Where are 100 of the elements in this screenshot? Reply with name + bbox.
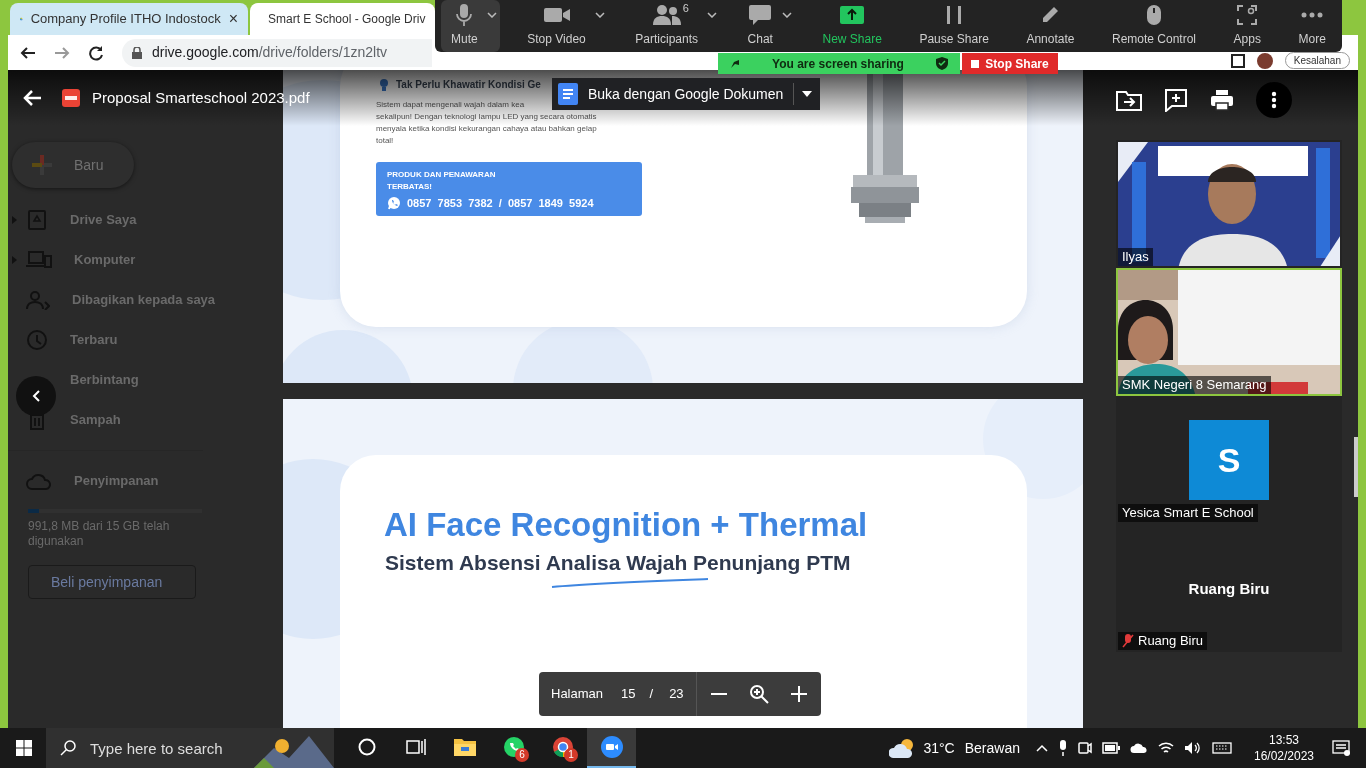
mouse-icon bbox=[1147, 5, 1161, 25]
participant-name: SMK Negeri 8 Semarang bbox=[1118, 376, 1271, 394]
lightbulb-icon bbox=[380, 78, 388, 91]
speaker-icon[interactable] bbox=[1184, 741, 1202, 755]
promo-title: PRODUK DAN PENAWARAN TERBATAS! bbox=[387, 169, 497, 193]
open-with-button[interactable]: Buka dengan Google Dokumen bbox=[552, 78, 821, 110]
participant-name: Yesica Smart E School bbox=[1118, 504, 1258, 522]
drive-icon bbox=[26, 209, 48, 231]
toolbar-button[interactable]: Mute bbox=[441, 0, 500, 52]
page-separator: / bbox=[649, 685, 654, 704]
page-number[interactable]: 15 bbox=[619, 684, 638, 704]
notification-badge: 6 bbox=[515, 748, 529, 762]
chevron-up-icon[interactable] bbox=[1036, 744, 1048, 752]
tab-title: Company Profile ITHO Indostock bbox=[30, 10, 221, 29]
pause-icon bbox=[947, 6, 962, 24]
url-text: drive.google.com/drive/folders/1zn2ltv bbox=[152, 43, 388, 62]
pdf-file-icon bbox=[62, 89, 80, 107]
window-icon[interactable] bbox=[1230, 53, 1245, 68]
clock-date[interactable]: 16/02/2023 bbox=[1253, 748, 1315, 764]
shared-icon bbox=[26, 290, 50, 310]
profile-avatar[interactable] bbox=[1256, 52, 1273, 69]
error-button[interactable]: Kesalahan bbox=[1284, 52, 1350, 69]
zoom-icon[interactable] bbox=[748, 684, 769, 704]
toolbar-button[interactable]: Chat bbox=[737, 0, 795, 52]
caret-icon[interactable] bbox=[707, 12, 717, 18]
clock-icon bbox=[26, 329, 48, 351]
file-name: Proposal Smarteschool 2023.pdf bbox=[92, 87, 310, 108]
back-icon[interactable] bbox=[20, 44, 36, 61]
more-icon bbox=[1301, 12, 1324, 18]
people-icon bbox=[652, 5, 681, 25]
caret-icon[interactable] bbox=[594, 12, 605, 18]
address-bar[interactable]: drive.google.com/drive/folders/1zn2ltv bbox=[122, 38, 432, 67]
tab-title: Smart E School - Google Driv bbox=[268, 11, 426, 28]
whatsapp-icon bbox=[502, 736, 525, 758]
avatar: S bbox=[1189, 420, 1269, 500]
toolbar-button[interactable]: Pause Share bbox=[909, 0, 999, 52]
back-icon[interactable] bbox=[22, 89, 42, 107]
toolbar-button[interactable]: Remote Control bbox=[1102, 0, 1207, 52]
stop-icon bbox=[971, 59, 980, 68]
keyboard-icon[interactable] bbox=[1212, 742, 1232, 754]
more-icon bbox=[1271, 91, 1277, 109]
participant-name: Ilyas bbox=[1118, 248, 1153, 266]
weather-text: Berawan bbox=[964, 738, 1020, 758]
stop-share-button[interactable]: Stop Share bbox=[962, 53, 1058, 74]
page-total: 23 bbox=[669, 685, 684, 704]
taskview-icon bbox=[405, 738, 426, 756]
apps-icon bbox=[1237, 5, 1258, 25]
browser-tab[interactable]: Smart E School - Google Driv bbox=[250, 3, 435, 35]
toolbar-button[interactable]: Apps bbox=[1223, 0, 1271, 52]
pen-icon bbox=[1041, 6, 1060, 24]
pin-icon[interactable] bbox=[730, 58, 740, 69]
participant-display-name: Ruang Biru bbox=[1187, 579, 1271, 599]
lock-icon bbox=[132, 46, 142, 59]
caret-icon[interactable] bbox=[486, 12, 497, 18]
page-label: Halaman bbox=[551, 685, 604, 704]
search-icon bbox=[60, 740, 76, 756]
battery-icon[interactable] bbox=[1102, 742, 1120, 754]
camera-icon bbox=[543, 7, 570, 23]
microphone-icon[interactable] bbox=[1058, 740, 1068, 756]
toolbar-button[interactable]: More bbox=[1288, 0, 1336, 52]
section-heading: Tak Perlu Khawatir Kondisi Ge bbox=[396, 78, 541, 92]
add-comment-icon[interactable] bbox=[1164, 88, 1188, 112]
taskbar-app[interactable]: 1 bbox=[538, 728, 587, 768]
mic-icon bbox=[456, 4, 473, 26]
toolbar-button[interactable]: 6 Participants bbox=[625, 0, 720, 52]
toolbar-button[interactable]: New Share bbox=[812, 0, 892, 52]
docs-icon bbox=[558, 83, 578, 105]
temperature-text: 31°C bbox=[923, 738, 955, 758]
start-icon[interactable] bbox=[16, 740, 32, 756]
browser-tab[interactable]: Company Profile ITHO Indostock × bbox=[10, 3, 248, 35]
reload-icon[interactable] bbox=[88, 44, 104, 61]
computer-icon bbox=[26, 250, 52, 270]
plus-icon bbox=[30, 153, 54, 177]
share-icon bbox=[840, 6, 865, 24]
phone-number: 0857 7853 7382 / 0857 1849 5924 bbox=[407, 196, 594, 211]
caret-icon[interactable] bbox=[781, 12, 792, 18]
chat-icon bbox=[749, 5, 772, 25]
clock-time[interactable]: 13:53 bbox=[1269, 732, 1299, 748]
close-icon[interactable]: × bbox=[228, 7, 238, 31]
notification-badge: 1 bbox=[564, 748, 578, 762]
notification-icon[interactable] bbox=[1332, 740, 1350, 756]
shield-icon bbox=[936, 57, 948, 70]
wifi-icon[interactable] bbox=[1158, 741, 1174, 755]
folder-move-icon[interactable] bbox=[1116, 89, 1142, 111]
cloud-icon[interactable] bbox=[1130, 742, 1148, 754]
taskbar-app[interactable] bbox=[587, 728, 636, 768]
taskbar-app[interactable]: 6 bbox=[489, 728, 538, 768]
participant-name: Ruang Biru bbox=[1118, 632, 1208, 650]
page-subtitle: Sistem Absensi Analisa Wajah Penunjang PTM bbox=[385, 550, 851, 576]
forward-icon[interactable] bbox=[54, 44, 70, 61]
zoom-in-icon[interactable] bbox=[790, 686, 807, 702]
toolbar-button[interactable]: Annotate bbox=[1016, 0, 1085, 52]
cloud-icon bbox=[26, 472, 52, 490]
zoom-icon bbox=[599, 735, 624, 759]
storage-text: 991,8 MB dari 15 GB telah digunakan bbox=[28, 519, 171, 549]
sharing-text: You are screen sharing bbox=[771, 55, 905, 73]
participant-count: 6 bbox=[682, 1, 689, 16]
toolbar-button[interactable]: Stop Video bbox=[517, 0, 608, 52]
camera-icon[interactable] bbox=[1078, 741, 1092, 755]
print-icon[interactable] bbox=[1210, 89, 1234, 111]
